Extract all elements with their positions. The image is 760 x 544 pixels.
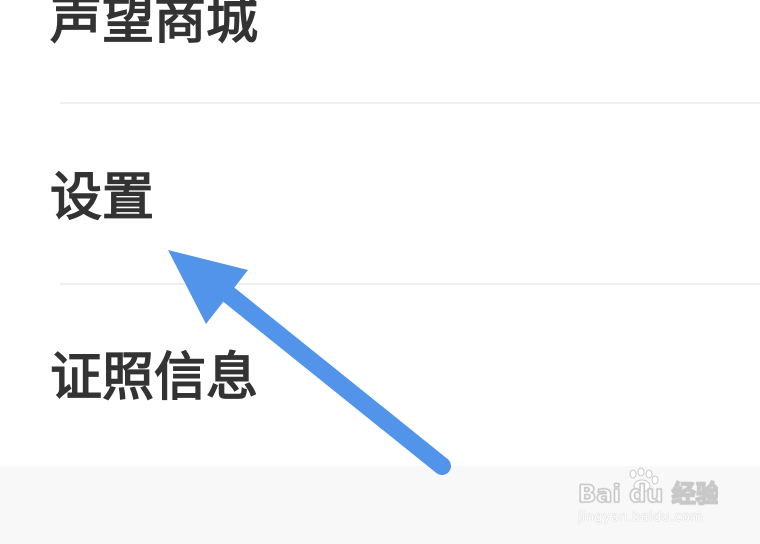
watermark-site-text: jingyan.baidu.com xyxy=(578,510,704,525)
menu-item-label: 声望商城 xyxy=(50,0,259,51)
baidu-jingyan-watermark: Bai du 经验 jingyan.baidu.com xyxy=(578,466,718,532)
annotation-arrow-icon xyxy=(168,250,451,475)
baidu-logo-icon: Bai du 经验 xyxy=(578,467,718,509)
menu-item-reputation-shop[interactable]: 声望商城 xyxy=(50,0,258,47)
divider xyxy=(60,102,760,104)
menu-item-settings[interactable]: 设置 xyxy=(50,172,154,224)
menu-item-license-info[interactable]: 证照信息 xyxy=(50,352,258,404)
divider xyxy=(60,283,760,285)
menu-item-label: 证照信息 xyxy=(50,348,259,408)
watermark-brand-text: Bai du 经验 xyxy=(578,480,718,508)
menu-item-label: 设置 xyxy=(50,168,155,228)
